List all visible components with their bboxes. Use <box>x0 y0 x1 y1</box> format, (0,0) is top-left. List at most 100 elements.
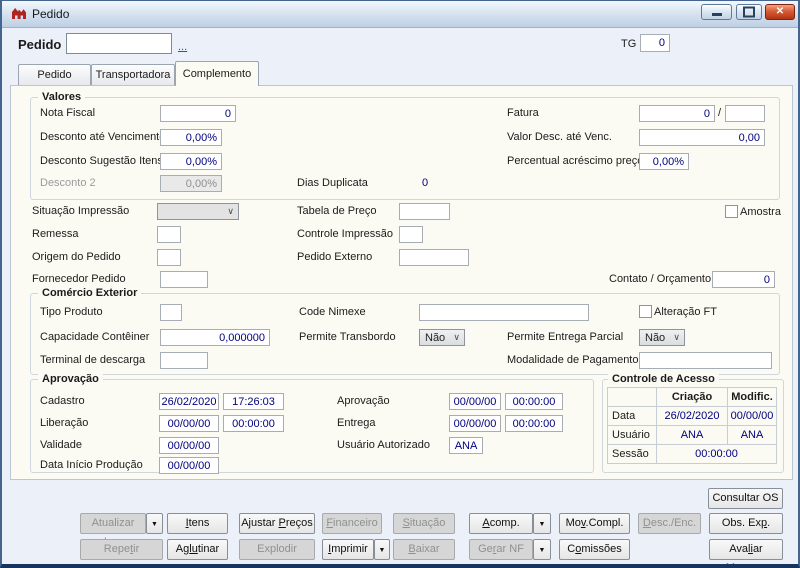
tipo-produto-input[interactable] <box>160 304 182 321</box>
contato-orcamento-label: Contato / Orçamento <box>609 273 712 285</box>
table-row: Data 26/02/2020 00/00/00 <box>607 406 777 426</box>
controle-acesso-group-title: Controle de Acesso <box>608 373 719 385</box>
tab-transportadora[interactable]: Transportadora <box>91 64 175 85</box>
controle-impressao-input[interactable] <box>399 226 423 243</box>
acomp-button[interactable]: Acomp. <box>469 513 533 534</box>
usuario-autorizado-input[interactable] <box>449 437 483 454</box>
tg-input[interactable] <box>640 34 670 52</box>
terminal-descarga-input[interactable] <box>160 352 208 369</box>
validade-date-input[interactable] <box>159 437 219 454</box>
tab-pedido[interactable]: Pedido <box>18 64 91 85</box>
alteracao-ft-checkbox[interactable] <box>639 305 652 318</box>
explodir-button: Explodir <box>239 539 315 560</box>
atualizar-imp-button: Atualizar Imp <box>80 513 146 548</box>
origem-pedido-input[interactable] <box>157 249 181 266</box>
atualizar-imp-dropdown-button[interactable]: ▼ <box>146 513 163 534</box>
acomp-dropdown-button[interactable]: ▼ <box>533 513 551 534</box>
percentual-acrescimo-input[interactable] <box>639 153 689 170</box>
permite-transbordo-value: Não <box>425 331 446 344</box>
origem-pedido-label: Origem do Pedido <box>32 251 121 263</box>
fatura-input[interactable] <box>639 105 715 122</box>
itens-button[interactable]: Itens <box>167 513 228 534</box>
dropdown-arrow-icon: ▼ <box>538 547 546 554</box>
permite-entrega-parcial-select[interactable]: Não ∨ <box>639 329 685 346</box>
code-nimexe-input[interactable] <box>419 304 589 321</box>
entrega-time-input[interactable] <box>505 415 563 432</box>
remessa-label: Remessa <box>32 228 79 240</box>
consultar-os-button[interactable]: Consultar OS <box>708 488 783 509</box>
maximize-button[interactable] <box>736 4 762 20</box>
fatura-input2[interactable] <box>725 105 765 122</box>
repetir-button: Repetir <box>80 539 163 560</box>
permite-entrega-parcial-value: Não <box>645 331 666 344</box>
titlebar: Pedido ✕ <box>2 1 798 28</box>
pedido-externo-input[interactable] <box>399 249 469 266</box>
terminal-descarga-label: Terminal de descarga <box>40 354 146 366</box>
aprovacao-time-input[interactable] <box>505 393 563 410</box>
minimize-button[interactable] <box>701 4 732 20</box>
comissoes-button[interactable]: Comissões <box>559 539 630 560</box>
pedido-input[interactable] <box>66 33 172 54</box>
permite-entrega-parcial-label: Permite Entrega Parcial <box>507 331 624 343</box>
cadastro-time-input[interactable] <box>223 393 284 410</box>
liberacao-date-input[interactable] <box>159 415 219 432</box>
desconto-sugestao-label: Desconto Sugestão Itens <box>40 155 163 167</box>
avaliar-margem-button[interactable]: Avaliar Margem <box>709 539 783 564</box>
validade-label: Validade <box>40 439 82 451</box>
aprovacao-date-input[interactable] <box>449 393 501 410</box>
cadastro-label: Cadastro <box>40 395 85 407</box>
pedido-lookup-link[interactable]: ... <box>178 41 187 53</box>
gerar-nf-button: Gerar NF <box>469 539 533 560</box>
tab-complemento[interactable]: Complemento <box>175 61 259 86</box>
header-modific: Modific. <box>727 387 777 407</box>
data-criacao-value: 26/02/2020 <box>656 406 728 426</box>
modalidade-pagamento-input[interactable] <box>639 352 772 369</box>
close-button[interactable]: ✕ <box>765 4 795 20</box>
chevron-down-icon: ∨ <box>673 332 680 342</box>
entrega-date-input[interactable] <box>449 415 501 432</box>
mov-compl-button[interactable]: Mov.Compl. <box>559 513 630 534</box>
row-label-data: Data <box>607 406 657 426</box>
dias-duplicata-label: Dias Duplicata <box>297 177 368 189</box>
app-icon <box>12 8 26 19</box>
capacidade-conteiner-input[interactable] <box>160 329 270 346</box>
contato-orcamento-input[interactable] <box>712 271 775 288</box>
remessa-input[interactable] <box>157 226 181 243</box>
table-row: Sessão 00:00:00 <box>607 444 777 464</box>
valor-desc-venc-input[interactable] <box>639 129 765 146</box>
imprimir-dropdown-button[interactable]: ▼ <box>374 539 390 560</box>
pedido-window: Pedido ✕ Pedido ... TG Pedido Transporta… <box>0 0 800 568</box>
permite-transbordo-label: Permite Transbordo <box>299 331 396 343</box>
window-title: Pedido <box>32 7 70 21</box>
comercio-exterior-group-title: Comércio Exterior <box>38 287 142 299</box>
desconto-venc-input[interactable] <box>160 129 222 146</box>
obs-exp-button[interactable]: Obs. Exp. <box>709 513 783 534</box>
situacao-impressao-select[interactable]: ∨ <box>157 203 239 220</box>
nota-fiscal-input[interactable] <box>160 105 236 122</box>
amostra-checkbox[interactable] <box>725 205 738 218</box>
chevron-down-icon: ∨ <box>227 206 234 216</box>
dropdown-arrow-icon: ▼ <box>151 521 158 528</box>
permite-transbordo-select[interactable]: Não ∨ <box>419 329 465 346</box>
controle-impressao-label: Controle Impressão <box>297 228 393 240</box>
aprovacao-group-title: Aprovação <box>38 373 103 385</box>
cadastro-date-input[interactable] <box>159 393 219 410</box>
data-inicio-producao-input[interactable] <box>159 457 219 474</box>
ajustar-precos-button[interactable]: Ajustar Preços <box>239 513 315 534</box>
desconto2-input <box>160 175 222 192</box>
gerar-nf-dropdown-button[interactable]: ▼ <box>533 539 551 560</box>
liberacao-time-input[interactable] <box>223 415 284 432</box>
pedido-externo-label: Pedido Externo <box>297 251 373 263</box>
code-nimexe-label: Code Nimexe <box>299 306 366 318</box>
desconto-sugestao-input[interactable] <box>160 153 222 170</box>
usuario-modific-value: ANA <box>727 425 777 445</box>
imprimir-button[interactable]: Imprimir <box>322 539 374 560</box>
maximize-icon <box>743 6 755 18</box>
tipo-produto-label: Tipo Produto <box>40 306 103 318</box>
modalidade-pagamento-label: Modalidade de Pagamento <box>507 354 639 366</box>
fornecedor-pedido-label: Fornecedor Pedido <box>32 273 126 285</box>
aglutinar-button[interactable]: Aglutinar <box>167 539 228 560</box>
tabela-preco-input[interactable] <box>399 203 450 220</box>
fornecedor-pedido-input[interactable] <box>160 271 208 288</box>
fatura-separator: / <box>718 107 722 119</box>
